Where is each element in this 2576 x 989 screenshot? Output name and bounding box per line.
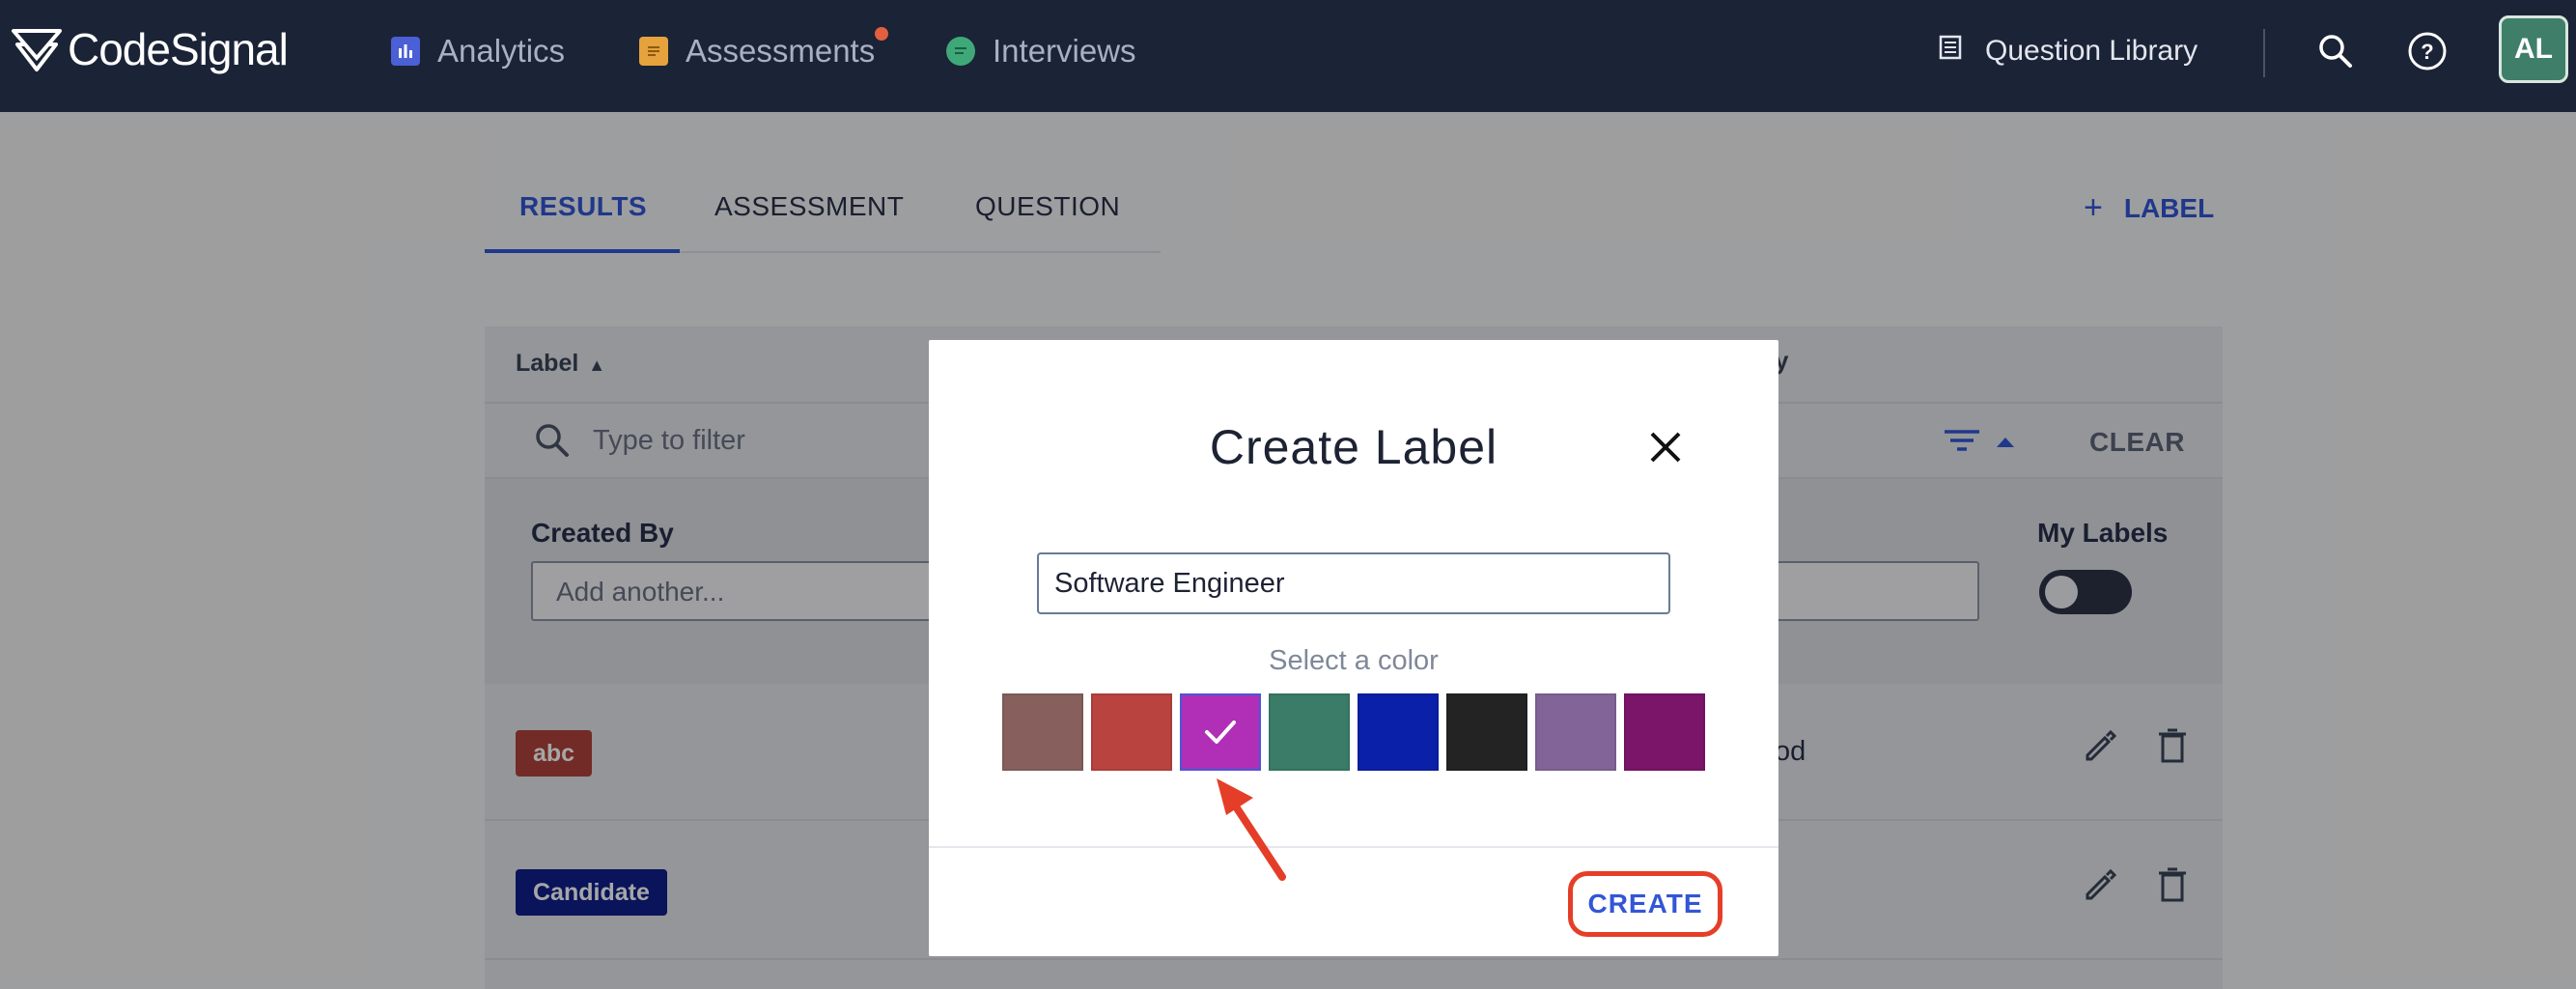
library-icon (1939, 35, 1962, 68)
notification-dot (875, 27, 889, 41)
nav-interviews[interactable]: Interviews (946, 27, 1136, 75)
select-color-text: Select a color (1269, 645, 1439, 676)
nav-assessments[interactable]: Assessments (639, 27, 889, 75)
nav-interviews-label: Interviews (993, 33, 1136, 69)
codesignal-logo-icon (12, 29, 62, 71)
color-swatch[interactable] (1358, 693, 1439, 771)
top-navigation-bar: CodeSignal Analytics Assessments Intervi… (0, 0, 2576, 112)
color-swatch[interactable] (1180, 693, 1261, 771)
nav-divider (2263, 29, 2265, 77)
nav-analytics-label: Analytics (437, 33, 566, 69)
create-button[interactable]: CREATE (1568, 871, 1722, 937)
question-library-link[interactable]: Question Library (1939, 27, 2198, 75)
search-icon[interactable] (2313, 29, 2358, 73)
close-icon[interactable] (1643, 425, 1688, 469)
dialog-divider (929, 846, 1778, 848)
nav-analytics[interactable]: Analytics (391, 27, 565, 75)
annotation-arrow-icon (1217, 778, 1286, 881)
create-label-dialog: Create Label Select a color CREATE (929, 340, 1778, 956)
nav-assessments-label: Assessments (686, 33, 876, 69)
assessments-icon (639, 37, 668, 66)
logo-text: CodeSignal (68, 24, 289, 74)
help-icon[interactable]: ? (2405, 29, 2450, 73)
svg-text:?: ? (2421, 40, 2433, 64)
color-swatches (1002, 693, 1705, 771)
color-swatch[interactable] (1002, 693, 1083, 771)
interviews-icon (946, 37, 975, 66)
color-swatch[interactable] (1535, 693, 1616, 771)
color-swatch[interactable] (1624, 693, 1705, 771)
color-swatch[interactable] (1446, 693, 1527, 771)
nav-assessments-label-wrap: Assessments (686, 27, 889, 70)
avatar[interactable]: AL (2499, 15, 2568, 83)
color-swatch[interactable] (1269, 693, 1350, 771)
analytics-icon (391, 37, 420, 66)
codesignal-logo[interactable]: CodeSignal (10, 21, 289, 77)
label-name-input[interactable] (1037, 552, 1670, 614)
color-swatch[interactable] (1091, 693, 1172, 771)
question-library-label: Question Library (1985, 35, 2198, 67)
check-icon (1205, 721, 1236, 744)
